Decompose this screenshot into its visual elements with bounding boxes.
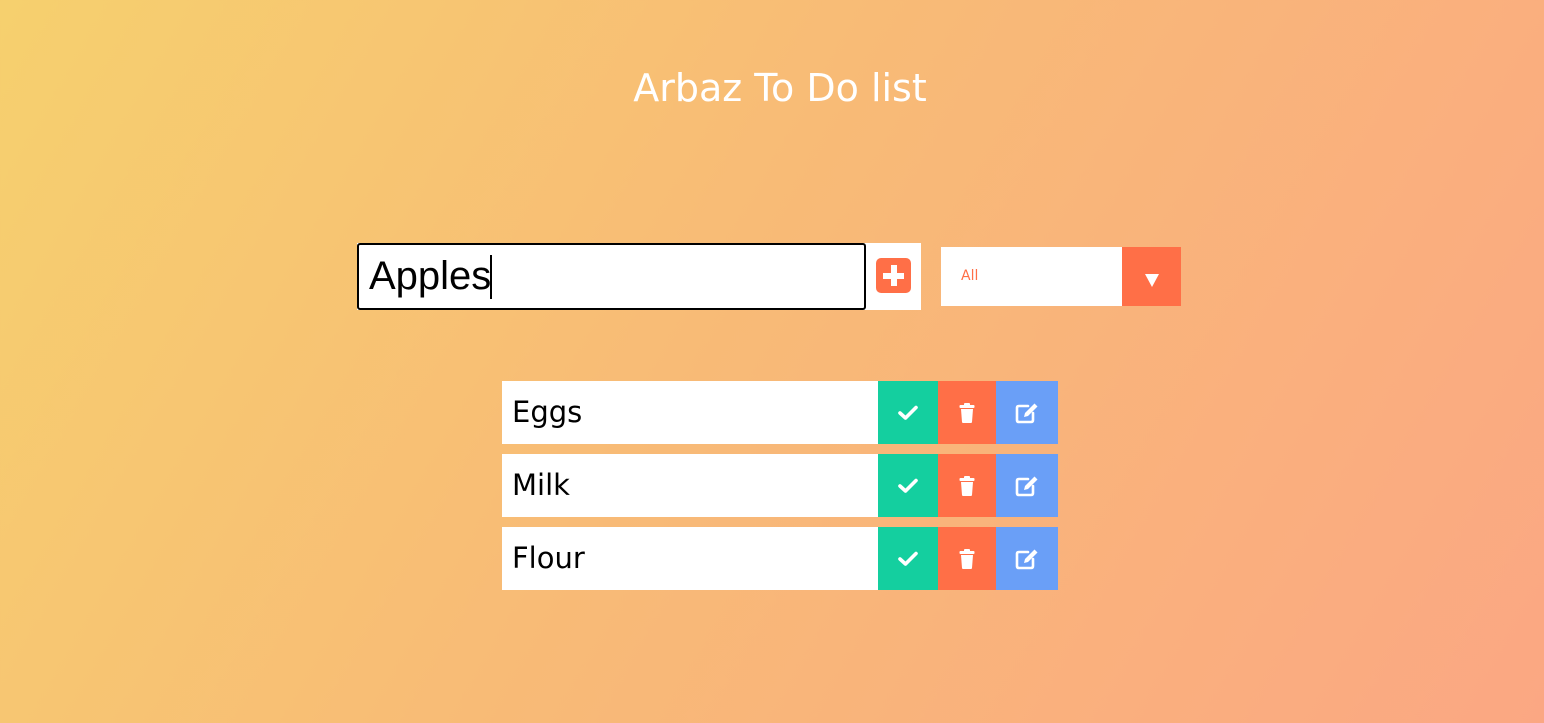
add-todo-form (357, 243, 921, 310)
trash-icon (959, 402, 975, 423)
edit-button[interactable] (996, 381, 1058, 444)
edit-icon (1015, 403, 1038, 423)
edit-icon (1015, 549, 1038, 569)
edit-button[interactable] (996, 527, 1058, 590)
edit-button[interactable] (996, 454, 1058, 517)
complete-button[interactable] (878, 454, 938, 517)
delete-button[interactable] (938, 454, 996, 517)
filter-select[interactable]: All (941, 247, 1181, 306)
delete-button[interactable] (938, 381, 996, 444)
trash-icon (959, 475, 975, 496)
todo-item-text: Milk (512, 468, 570, 502)
complete-button[interactable] (878, 381, 938, 444)
edit-icon (1015, 476, 1038, 496)
complete-button[interactable] (878, 527, 938, 590)
page-title: Arbaz To Do list (633, 66, 927, 110)
todo-item-text: Flour (512, 541, 585, 575)
todo-input[interactable] (357, 243, 866, 310)
text-cursor (490, 255, 492, 299)
filter-selected-value: All (961, 268, 979, 284)
todo-list: Eggs Milk Flour (502, 381, 1058, 600)
todo-item: Flour (502, 527, 1058, 590)
delete-button[interactable] (938, 527, 996, 590)
todo-item: Milk (502, 454, 1058, 517)
filter-dropdown-button[interactable] (1122, 247, 1181, 306)
check-icon (898, 478, 918, 493)
trash-icon (959, 548, 975, 569)
todo-item: Eggs (502, 381, 1058, 444)
add-todo-button[interactable] (876, 258, 911, 293)
check-icon (898, 551, 918, 566)
check-icon (898, 405, 918, 420)
todo-item-text: Eggs (512, 395, 583, 429)
triangle-down-icon (1145, 274, 1159, 287)
